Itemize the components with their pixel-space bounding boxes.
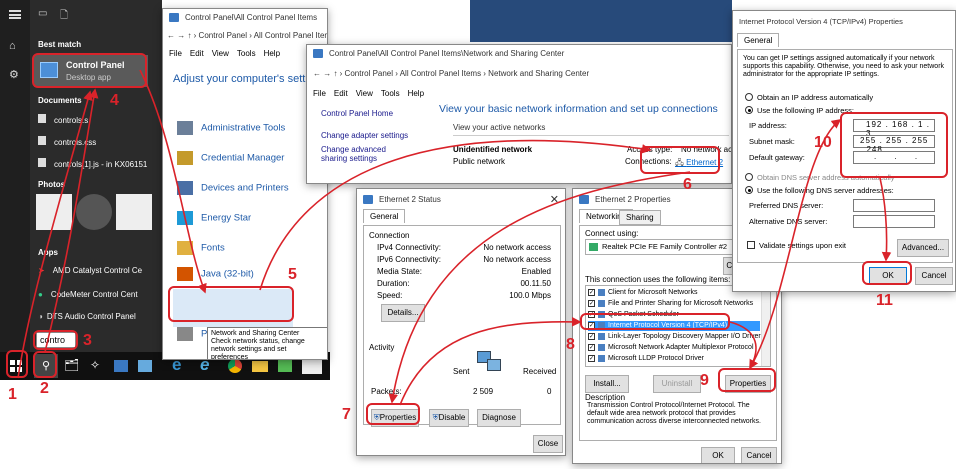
arrow-5 xyxy=(388,171,691,404)
arrow-1 xyxy=(17,90,93,379)
arrow-3 xyxy=(139,69,207,294)
step-number: 9 xyxy=(700,372,709,389)
step-number: 2 xyxy=(40,380,49,397)
step-number: 6 xyxy=(683,176,692,193)
step-number: 3 xyxy=(83,332,92,349)
arrow-8 xyxy=(749,119,842,369)
step-number: 7 xyxy=(342,406,351,423)
arrow-7 xyxy=(729,321,759,370)
arrow-9 xyxy=(879,177,892,262)
arrow-2 xyxy=(44,88,99,353)
arrow-6 xyxy=(399,317,582,406)
step-arrows xyxy=(17,69,892,406)
step-number: 11 xyxy=(876,292,893,309)
step-number: 1 xyxy=(8,386,17,403)
step-number: 8 xyxy=(566,336,575,353)
step-number: 10 xyxy=(814,134,832,151)
step-number: 4 xyxy=(110,92,119,109)
step-number: 5 xyxy=(288,266,297,283)
